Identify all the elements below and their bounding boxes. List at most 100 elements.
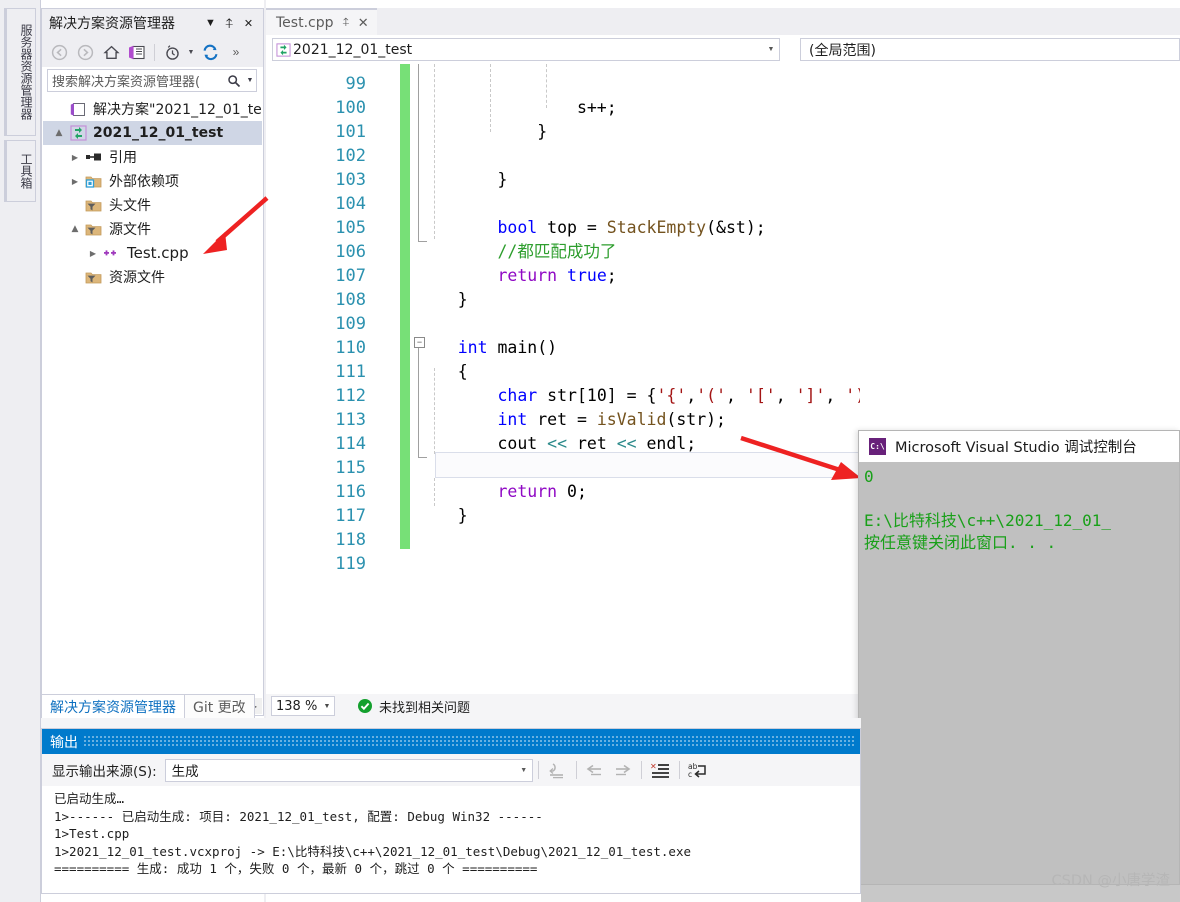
code-token: return: [497, 266, 558, 285]
solution-icon: [67, 102, 89, 117]
chevron-down-icon[interactable]: ▼: [516, 767, 532, 774]
tree-item-source-files[interactable]: ▲ 源文件: [43, 217, 262, 241]
solution-explorer-title: 解决方案资源管理器: [49, 16, 175, 32]
tree-item-test-cpp[interactable]: ▶ Test.cpp: [43, 241, 262, 265]
document-tab-test-cpp[interactable]: Test.cpp ⍏ ✕: [266, 8, 377, 35]
code-token: <<: [547, 434, 568, 453]
tree-item-header-files[interactable]: 头文件: [43, 193, 262, 217]
code-line[interactable]: //都匹配成功了: [418, 240, 616, 264]
expander[interactable]: ▶: [67, 153, 83, 162]
close-icon[interactable]: ✕: [239, 12, 258, 34]
solution-view-icon[interactable]: [124, 40, 150, 64]
code-token: ,: [686, 386, 697, 405]
refresh-icon[interactable]: [197, 40, 223, 64]
overflow-icon[interactable]: »: [223, 40, 249, 64]
search-icon[interactable]: [224, 74, 244, 88]
find-message-icon[interactable]: [544, 758, 571, 782]
project-icon: [273, 42, 293, 57]
output-source-combobox[interactable]: 生成 ▼: [164, 758, 533, 782]
console-line: E:\比特科技\c++\2021_12_01_: [864, 511, 1112, 530]
clear-all-icon[interactable]: ✕: [647, 758, 674, 782]
console-app-icon: C:\: [869, 438, 886, 455]
references-icon: [83, 152, 105, 162]
back-icon[interactable]: [46, 40, 72, 64]
code-token: ,: [726, 386, 746, 405]
code-line[interactable]: }: [418, 168, 507, 192]
code-line[interactable]: }: [418, 120, 547, 144]
vertical-tab-server-explorer[interactable]: 服务器资源管理器: [4, 8, 36, 136]
go-to-previous-icon[interactable]: [582, 758, 609, 782]
chevron-down-icon[interactable]: ▼: [763, 46, 779, 53]
tree-item-project[interactable]: ▲ 2021_12_01_test: [43, 121, 262, 145]
expander[interactable]: ▶: [85, 249, 101, 258]
region-outline-main: [418, 344, 419, 458]
expander[interactable]: ▶: [67, 177, 83, 186]
document-tab-strip: Test.cpp ⍏ ✕: [266, 8, 1180, 35]
code-line[interactable]: }: [418, 288, 468, 312]
drag-handle[interactable]: [84, 736, 854, 747]
pin-icon[interactable]: ⍏: [343, 15, 350, 30]
indent-guide: [434, 64, 436, 239]
code-line[interactable]: {: [418, 360, 468, 384]
zoom-level-combobox[interactable]: 138 % ▼: [271, 696, 335, 716]
solution-tree: 解决方案"2021_12_01_te ▲ 2021_12_01_test ▶ 引…: [43, 97, 262, 289]
project-icon: [67, 125, 89, 141]
tree-item-label: 引用: [109, 150, 137, 166]
tree-item-resource-files[interactable]: 资源文件: [43, 265, 262, 289]
code-token: 0: [567, 482, 577, 501]
code-token: }: [418, 170, 508, 189]
scope-selector-combobox[interactable]: (全局范围): [800, 38, 1180, 61]
pending-changes-icon[interactable]: [159, 40, 185, 64]
debug-console-window[interactable]: C:\ Microsoft Visual Studio 调试控制台 0 E:\比…: [858, 430, 1180, 885]
code-line[interactable]: }: [418, 504, 468, 528]
search-dropdown-icon[interactable]: ▼: [244, 77, 256, 84]
pin-icon[interactable]: ⍏: [220, 12, 239, 34]
expander[interactable]: ▲: [51, 128, 67, 138]
forward-icon[interactable]: [72, 40, 98, 64]
code-token: }: [418, 506, 468, 525]
line-number: 113: [335, 410, 366, 430]
code-line[interactable]: int main(): [418, 336, 557, 360]
code-line[interactable]: bool top = StackEmpty(&st);: [418, 216, 765, 240]
code-line[interactable]: char str[10] = {'{','(', '[', ']', ')', …: [418, 384, 860, 408]
code-token: ret: [567, 434, 617, 453]
code-line[interactable]: return 0;: [418, 480, 586, 504]
chevron-down-icon[interactable]: ▼: [320, 703, 334, 710]
output-line: 1>Test.cpp: [54, 826, 130, 841]
editor-right-filler: [860, 64, 1180, 430]
toggle-word-wrap-icon[interactable]: ab c: [685, 758, 712, 782]
code-editor[interactable]: 99 100 s++; 101 } 102 103 } 104 105 bool top =…: [266, 64, 860, 694]
output-panel-title: 输出: [50, 734, 78, 751]
code-line[interactable]: s++;: [418, 96, 617, 120]
code-token: '[': [745, 386, 776, 405]
tab-solution-explorer[interactable]: 解决方案资源管理器: [41, 694, 185, 720]
editor-navigation-bar: 2021_12_01_test ▼ (全局范围): [266, 35, 1180, 65]
tree-item-label: 解决方案"2021_12_01_te: [93, 102, 262, 118]
expander[interactable]: ▲: [67, 224, 83, 234]
chevron-down-icon[interactable]: ▼: [201, 12, 220, 34]
output-text-area[interactable]: 已启动生成… 1>------ 已启动生成: 项目: 2021_12_01_te…: [42, 786, 860, 893]
tab-git-changes[interactable]: Git 更改: [184, 694, 255, 719]
tree-item-references[interactable]: ▶ 引用: [43, 145, 262, 169]
chevron-down-icon[interactable]: ▼: [185, 40, 197, 64]
tree-item-external-dependencies[interactable]: ▶ 外部依赖项: [43, 169, 262, 193]
code-token: return: [497, 482, 558, 501]
tree-item-label: 2021_12_01_test: [93, 125, 224, 141]
tree-item-solution[interactable]: 解决方案"2021_12_01_te: [43, 97, 262, 121]
vertical-tab-toolbox[interactable]: 工具箱: [4, 140, 36, 202]
line-number: 115: [335, 458, 366, 478]
search-input[interactable]: 搜索解决方案资源管理器( ▼: [47, 69, 257, 92]
console-output-area[interactable]: 0 E:\比特科技\c++\2021_12_01_ 按任意键关闭此窗口. . .: [859, 462, 1179, 884]
home-icon[interactable]: [98, 40, 124, 64]
code-line[interactable]: return true;: [418, 264, 616, 288]
go-to-next-icon[interactable]: [609, 758, 636, 782]
tree-item-label: 头文件: [109, 198, 151, 214]
project-selector-combobox[interactable]: 2021_12_01_test ▼: [272, 38, 780, 61]
close-icon[interactable]: ✕: [358, 15, 369, 31]
fold-collapse-icon[interactable]: −: [414, 337, 425, 348]
code-token: ,: [825, 386, 846, 405]
code-content[interactable]: 99 100 s++; 101 } 102 103 } 104 105 bool top =…: [266, 64, 860, 694]
current-line-highlight: [435, 452, 860, 478]
code-line[interactable]: int ret = isValid(str);: [418, 408, 726, 432]
